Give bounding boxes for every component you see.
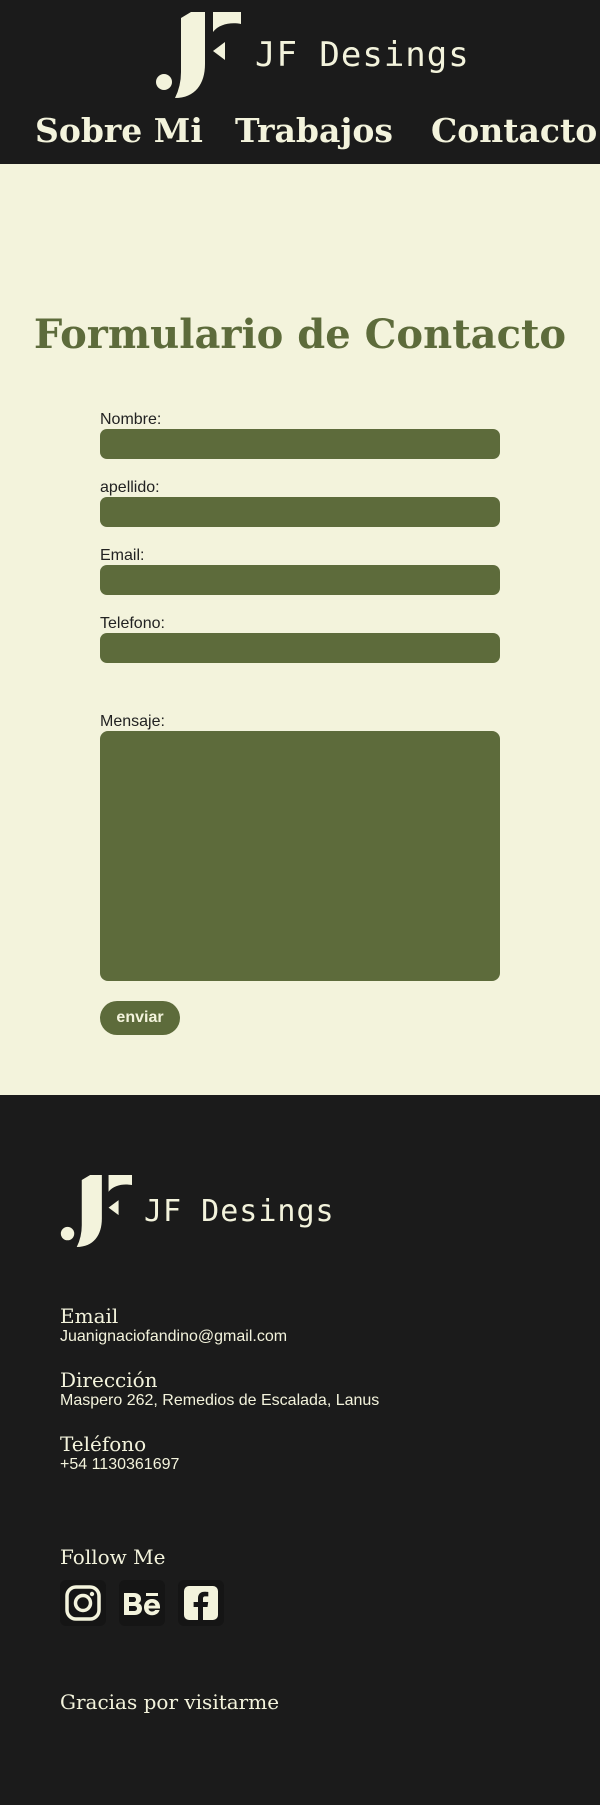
form-title: Formulario de Contacto [33, 311, 567, 358]
apellido-input[interactable] [100, 497, 500, 527]
footer-email-heading: Email [60, 1304, 119, 1328]
instagram-icon [65, 1585, 101, 1621]
footer-brand[interactable]: JF Desings [60, 1175, 335, 1247]
nav-item-sobre-mi[interactable]: Sobre Mi [35, 108, 203, 154]
telefono-input[interactable] [100, 633, 500, 663]
apellido-label: apellido: [100, 479, 160, 496]
behance-link[interactable] [119, 1580, 165, 1626]
facebook-icon [184, 1586, 218, 1620]
social-links [60, 1580, 237, 1626]
enviar-button[interactable]: enviar [100, 1001, 180, 1035]
mensaje-textarea[interactable] [100, 731, 500, 981]
nombre-label: Nombre: [100, 411, 162, 428]
footer-address-value: Maspero 262, Remedios de Escalada, Lanus [60, 1392, 380, 1409]
mensaje-label: Mensaje: [100, 713, 165, 730]
email-label: Email: [100, 547, 145, 564]
footer-phone-value: +54 1130361697 [60, 1456, 180, 1473]
main-nav: Sobre Mi Trabajos Contacto [0, 108, 600, 154]
brand[interactable]: JF Desings [155, 12, 470, 98]
brand-name: JF Desings [255, 35, 470, 75]
jf-logo-icon [60, 1175, 132, 1247]
behance-icon [124, 1593, 160, 1616]
contact-section: Formulario de Contacto Nombre: apellido:… [0, 164, 600, 1095]
footer-phone-heading: Teléfono [60, 1432, 147, 1456]
telefono-label: Telefono: [100, 615, 165, 632]
thanks-message: Gracias por visitarme [60, 1690, 280, 1714]
nav-item-contacto[interactable]: Contacto [431, 108, 597, 154]
email-input[interactable] [100, 565, 500, 595]
jf-logo-icon [156, 12, 241, 98]
instagram-link[interactable] [60, 1580, 106, 1626]
footer-email-value: Juanignaciofandino@gmail.com [60, 1328, 288, 1345]
footer-brand-name: JF Desings [144, 1193, 335, 1229]
nombre-input[interactable] [100, 429, 500, 459]
site-footer: JF Desings Email Juanignaciofandino@gmai… [0, 1095, 600, 1805]
nav-item-trabajos[interactable]: Trabajos [235, 108, 393, 154]
facebook-link[interactable] [178, 1580, 224, 1626]
follow-me-heading: Follow Me [60, 1545, 166, 1569]
site-header: JF Desings Sobre Mi Trabajos Contacto [0, 0, 600, 164]
footer-address-heading: Dirección [60, 1368, 158, 1392]
